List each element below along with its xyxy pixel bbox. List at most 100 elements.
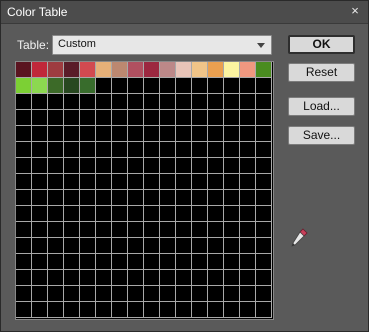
color-swatch[interactable] (144, 110, 160, 126)
color-swatch[interactable] (208, 206, 224, 222)
color-swatch[interactable] (32, 254, 48, 270)
color-swatch[interactable] (192, 126, 208, 142)
color-swatch[interactable] (240, 62, 256, 78)
color-swatch[interactable] (256, 126, 272, 142)
color-swatch[interactable] (176, 110, 192, 126)
color-swatch[interactable] (64, 254, 80, 270)
color-swatch[interactable] (128, 94, 144, 110)
color-swatch[interactable] (224, 62, 240, 78)
color-swatch[interactable] (192, 110, 208, 126)
color-swatch[interactable] (240, 238, 256, 254)
color-swatch[interactable] (80, 238, 96, 254)
color-swatch[interactable] (48, 238, 64, 254)
color-swatch[interactable] (128, 270, 144, 286)
color-swatch[interactable] (240, 206, 256, 222)
color-swatch[interactable] (224, 206, 240, 222)
color-swatch[interactable] (16, 174, 32, 190)
color-swatch[interactable] (128, 286, 144, 302)
color-swatch[interactable] (192, 270, 208, 286)
color-swatch[interactable] (192, 254, 208, 270)
color-swatch[interactable] (144, 126, 160, 142)
color-swatch[interactable] (48, 270, 64, 286)
color-swatch[interactable] (144, 94, 160, 110)
color-swatch[interactable] (160, 78, 176, 94)
color-swatch[interactable] (176, 78, 192, 94)
color-swatch[interactable] (176, 190, 192, 206)
color-swatch[interactable] (176, 206, 192, 222)
color-swatch[interactable] (224, 270, 240, 286)
color-swatch[interactable] (80, 174, 96, 190)
color-swatch[interactable] (224, 174, 240, 190)
color-swatch[interactable] (128, 174, 144, 190)
color-swatch[interactable] (48, 158, 64, 174)
color-swatch[interactable] (64, 126, 80, 142)
color-swatch[interactable] (240, 270, 256, 286)
color-swatch[interactable] (240, 254, 256, 270)
color-swatch[interactable] (16, 206, 32, 222)
color-swatch[interactable] (240, 174, 256, 190)
color-swatch[interactable] (208, 302, 224, 318)
color-swatch[interactable] (256, 286, 272, 302)
color-swatch[interactable] (96, 254, 112, 270)
color-swatch[interactable] (144, 142, 160, 158)
color-swatch[interactable] (176, 270, 192, 286)
color-swatch[interactable] (240, 190, 256, 206)
color-swatch[interactable] (112, 174, 128, 190)
color-swatch[interactable] (144, 158, 160, 174)
color-swatch[interactable] (64, 190, 80, 206)
color-swatch[interactable] (64, 206, 80, 222)
color-swatch[interactable] (48, 142, 64, 158)
color-swatch[interactable] (144, 238, 160, 254)
color-swatch[interactable] (64, 78, 80, 94)
color-swatch[interactable] (128, 126, 144, 142)
color-swatch[interactable] (16, 158, 32, 174)
color-swatch[interactable] (32, 158, 48, 174)
color-swatch[interactable] (176, 126, 192, 142)
color-swatch[interactable] (32, 238, 48, 254)
color-swatch[interactable] (256, 142, 272, 158)
color-swatch[interactable] (256, 110, 272, 126)
color-swatch[interactable] (192, 174, 208, 190)
color-swatch[interactable] (64, 174, 80, 190)
color-swatch[interactable] (176, 142, 192, 158)
color-swatch[interactable] (240, 142, 256, 158)
color-swatch[interactable] (96, 110, 112, 126)
color-swatch[interactable] (112, 78, 128, 94)
color-swatch[interactable] (48, 94, 64, 110)
color-swatch[interactable] (112, 190, 128, 206)
color-swatch[interactable] (176, 254, 192, 270)
color-swatch[interactable] (144, 78, 160, 94)
color-swatch[interactable] (64, 158, 80, 174)
color-swatch[interactable] (16, 222, 32, 238)
color-swatch[interactable] (80, 94, 96, 110)
color-swatch[interactable] (80, 286, 96, 302)
color-swatch[interactable] (208, 254, 224, 270)
color-swatch[interactable] (256, 78, 272, 94)
color-swatch[interactable] (192, 94, 208, 110)
color-swatch[interactable] (208, 222, 224, 238)
color-swatch[interactable] (16, 302, 32, 318)
color-swatch[interactable] (112, 62, 128, 78)
color-swatch[interactable] (96, 270, 112, 286)
color-swatch[interactable] (208, 238, 224, 254)
color-swatch[interactable] (64, 286, 80, 302)
color-swatch[interactable] (48, 62, 64, 78)
color-swatch[interactable] (96, 78, 112, 94)
color-swatch[interactable] (48, 110, 64, 126)
color-swatch[interactable] (224, 78, 240, 94)
color-swatch[interactable] (112, 142, 128, 158)
color-swatch[interactable] (192, 238, 208, 254)
color-swatch[interactable] (160, 126, 176, 142)
color-swatch[interactable] (80, 78, 96, 94)
color-swatch[interactable] (112, 110, 128, 126)
color-swatch[interactable] (224, 302, 240, 318)
color-swatch[interactable] (176, 94, 192, 110)
color-swatch[interactable] (192, 78, 208, 94)
color-swatch[interactable] (48, 174, 64, 190)
color-swatch[interactable] (256, 238, 272, 254)
color-swatch[interactable] (112, 158, 128, 174)
color-swatch[interactable] (48, 78, 64, 94)
color-swatch[interactable] (208, 110, 224, 126)
color-swatch[interactable] (96, 62, 112, 78)
color-swatch[interactable] (96, 174, 112, 190)
